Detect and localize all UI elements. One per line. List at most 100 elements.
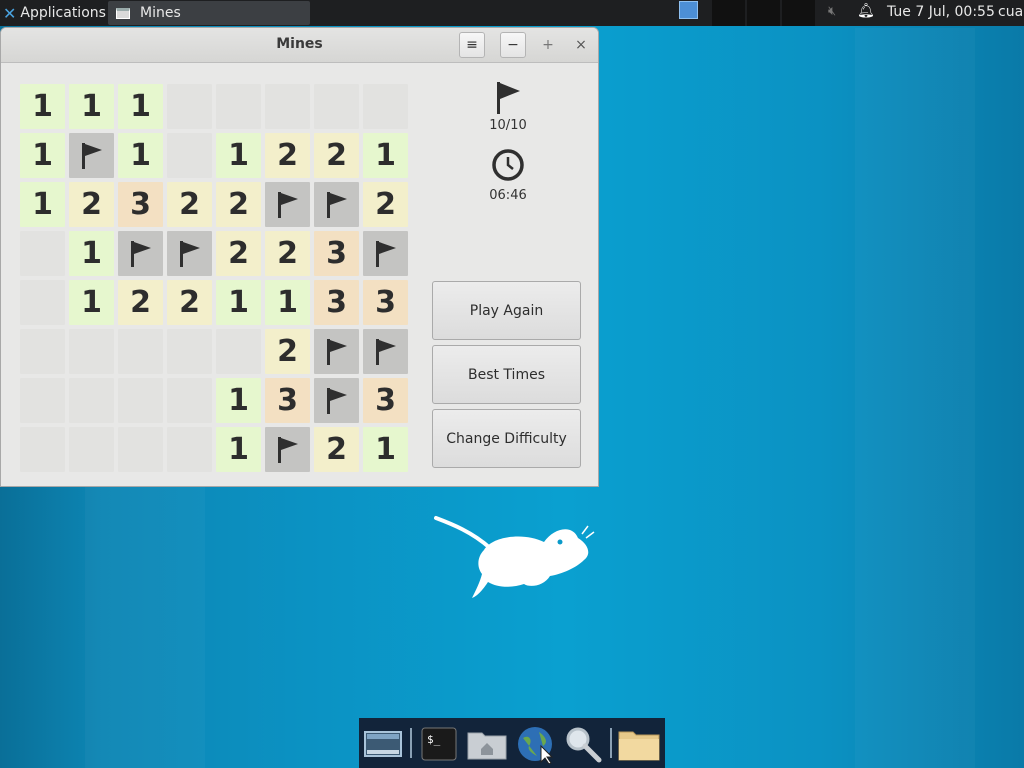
flag-count: 10/10 bbox=[489, 118, 527, 133]
unrevealed-cell[interactable] bbox=[20, 427, 65, 472]
flag-icon bbox=[81, 142, 102, 169]
unrevealed-cell[interactable] bbox=[118, 427, 163, 472]
unrevealed-cell[interactable] bbox=[167, 427, 212, 472]
number-cell[interactable]: 2 bbox=[363, 182, 408, 227]
best-times-button[interactable]: Best Times bbox=[432, 345, 581, 404]
unrevealed-cell[interactable] bbox=[69, 427, 114, 472]
minimize-button[interactable]: − bbox=[500, 32, 526, 58]
number-cell[interactable]: 2 bbox=[216, 182, 261, 227]
flagged-cell[interactable] bbox=[167, 231, 212, 276]
number-cell[interactable]: 2 bbox=[265, 329, 310, 374]
workspace-1[interactable] bbox=[677, 0, 710, 26]
number-cell[interactable]: 2 bbox=[265, 133, 310, 178]
unrevealed-cell[interactable] bbox=[216, 84, 261, 129]
number-cell[interactable]: 1 bbox=[363, 133, 408, 178]
titlebar[interactable]: Mines ≡ − + × bbox=[1, 28, 598, 63]
number-cell[interactable]: 1 bbox=[20, 133, 65, 178]
svg-text:$_: $_ bbox=[427, 733, 441, 746]
show-desktop-icon[interactable] bbox=[361, 724, 405, 764]
unrevealed-cell[interactable] bbox=[20, 378, 65, 423]
flagged-cell[interactable] bbox=[69, 133, 114, 178]
flagged-cell[interactable] bbox=[265, 182, 310, 227]
flag-icon bbox=[497, 82, 520, 114]
elapsed-time: 06:46 bbox=[489, 188, 527, 203]
flagged-cell[interactable] bbox=[314, 182, 359, 227]
unrevealed-cell[interactable] bbox=[118, 329, 163, 374]
volume-muted-icon[interactable]: 🔇︎ bbox=[828, 4, 836, 19]
folder-icon[interactable] bbox=[617, 724, 661, 764]
number-cell[interactable]: 2 bbox=[167, 182, 212, 227]
window-icon bbox=[116, 7, 130, 19]
number-cell[interactable]: 3 bbox=[363, 378, 408, 423]
unrevealed-cell[interactable] bbox=[167, 84, 212, 129]
unrevealed-cell[interactable] bbox=[363, 84, 408, 129]
number-cell[interactable]: 1 bbox=[20, 182, 65, 227]
number-cell[interactable]: 1 bbox=[265, 280, 310, 325]
number-cell[interactable]: 1 bbox=[363, 427, 408, 472]
flag-icon bbox=[277, 436, 298, 463]
home-folder-icon[interactable] bbox=[465, 724, 509, 764]
search-icon[interactable] bbox=[561, 724, 605, 764]
flagged-cell[interactable] bbox=[118, 231, 163, 276]
number-cell[interactable]: 3 bbox=[363, 280, 408, 325]
flag-icon bbox=[277, 191, 298, 218]
number-cell[interactable]: 3 bbox=[314, 231, 359, 276]
number-cell[interactable]: 2 bbox=[69, 182, 114, 227]
workspace-4[interactable] bbox=[782, 0, 815, 26]
flagged-cell[interactable] bbox=[265, 427, 310, 472]
number-cell[interactable]: 1 bbox=[20, 84, 65, 129]
workspace-2[interactable] bbox=[712, 0, 745, 26]
play-again-button[interactable]: Play Again bbox=[432, 281, 581, 340]
number-cell[interactable]: 1 bbox=[216, 280, 261, 325]
flagged-cell[interactable] bbox=[363, 329, 408, 374]
number-cell[interactable]: 1 bbox=[69, 231, 114, 276]
unrevealed-cell[interactable] bbox=[216, 329, 261, 374]
terminal-icon[interactable]: $_ bbox=[417, 724, 461, 764]
dock: $_ bbox=[359, 718, 665, 768]
number-cell[interactable]: 3 bbox=[314, 280, 359, 325]
number-cell[interactable]: 1 bbox=[216, 133, 261, 178]
number-cell[interactable]: 2 bbox=[314, 133, 359, 178]
unrevealed-cell[interactable] bbox=[20, 231, 65, 276]
unrevealed-cell[interactable] bbox=[69, 378, 114, 423]
panel-clock[interactable]: Tue 7 Jul, 00:55 bbox=[887, 4, 995, 20]
top-panel: ✕ Applications ⋮ Mines 🔇︎ 🔔︎ Tue 7 Jul, … bbox=[0, 0, 1024, 26]
number-cell[interactable]: 3 bbox=[265, 378, 310, 423]
number-cell[interactable]: 2 bbox=[167, 280, 212, 325]
flag-icon bbox=[326, 387, 347, 414]
number-cell[interactable]: 1 bbox=[216, 427, 261, 472]
flagged-cell[interactable] bbox=[314, 329, 359, 374]
user-menu[interactable]: cua bbox=[998, 4, 1023, 20]
unrevealed-cell[interactable] bbox=[167, 133, 212, 178]
maximize-button[interactable]: + bbox=[535, 32, 561, 58]
unrevealed-cell[interactable] bbox=[20, 280, 65, 325]
close-button[interactable]: × bbox=[568, 32, 594, 58]
workspace-3[interactable] bbox=[747, 0, 780, 26]
number-cell[interactable]: 3 bbox=[118, 182, 163, 227]
minefield-grid: 111111221123222122312211332133121 bbox=[20, 84, 410, 474]
flagged-cell[interactable] bbox=[314, 378, 359, 423]
notification-bell-icon[interactable]: 🔔︎ bbox=[857, 3, 875, 19]
number-cell[interactable]: 2 bbox=[314, 427, 359, 472]
number-cell[interactable]: 1 bbox=[216, 378, 261, 423]
web-browser-icon[interactable] bbox=[513, 724, 557, 764]
hamburger-menu-button[interactable]: ≡ bbox=[459, 32, 485, 58]
taskbar-item-mines[interactable]: Mines bbox=[108, 1, 310, 25]
number-cell[interactable]: 1 bbox=[118, 84, 163, 129]
unrevealed-cell[interactable] bbox=[167, 378, 212, 423]
change-difficulty-button[interactable]: Change Difficulty bbox=[432, 409, 581, 468]
number-cell[interactable]: 2 bbox=[216, 231, 261, 276]
unrevealed-cell[interactable] bbox=[20, 329, 65, 374]
number-cell[interactable]: 1 bbox=[69, 280, 114, 325]
unrevealed-cell[interactable] bbox=[167, 329, 212, 374]
unrevealed-cell[interactable] bbox=[265, 84, 310, 129]
number-cell[interactable]: 1 bbox=[69, 84, 114, 129]
number-cell[interactable]: 2 bbox=[118, 280, 163, 325]
unrevealed-cell[interactable] bbox=[69, 329, 114, 374]
number-cell[interactable]: 1 bbox=[118, 133, 163, 178]
unrevealed-cell[interactable] bbox=[314, 84, 359, 129]
unrevealed-cell[interactable] bbox=[118, 378, 163, 423]
flagged-cell[interactable] bbox=[363, 231, 408, 276]
number-cell[interactable]: 2 bbox=[265, 231, 310, 276]
applications-menu[interactable]: ✕ Applications ⋮ bbox=[0, 0, 122, 26]
